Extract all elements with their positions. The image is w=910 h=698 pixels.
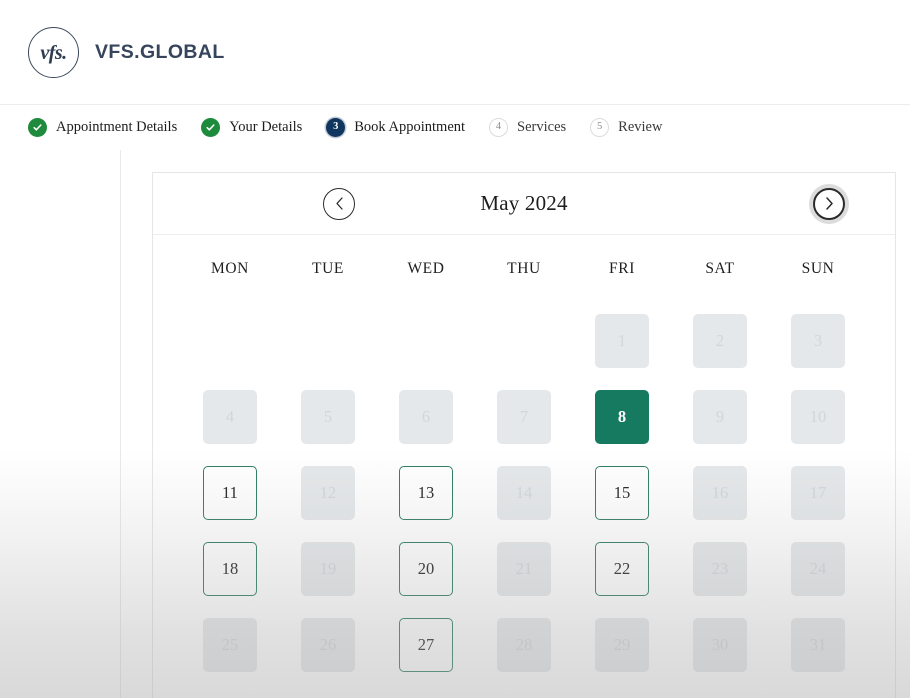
calendar-day-29: 29	[595, 618, 649, 672]
calendar-day-12: 12	[301, 466, 355, 520]
page-body: May 2024 MON TUE WED THU FRI SAT SUN 123456789…	[0, 150, 910, 698]
calendar-month-title: May 2024	[480, 191, 568, 215]
vfs-global-logo[interactable]: vfs. VFS.GLOBAL	[28, 26, 225, 78]
weekday-tue: TUE	[312, 260, 344, 277]
calendar-day-22[interactable]: 22	[595, 542, 649, 596]
calendar-day-26: 26	[301, 618, 355, 672]
step-label: Book Appointment	[354, 119, 466, 135]
weekday-wed: WED	[407, 260, 445, 277]
calendar-day-19: 19	[301, 542, 355, 596]
calendar-day-14: 14	[497, 466, 551, 520]
check-circle-icon	[201, 118, 221, 137]
calendar-day-7: 7	[497, 390, 551, 444]
calendar-day-31: 31	[791, 618, 845, 672]
calendar-day-empty	[301, 314, 355, 368]
chevron-right-icon	[825, 197, 834, 210]
calendar-day-3: 3	[791, 314, 845, 368]
step-review[interactable]: 5 Review	[590, 118, 662, 137]
calendar-day-11[interactable]: 11	[203, 466, 257, 520]
calendar-day-10: 10	[791, 390, 845, 444]
calendar-grid: MON TUE WED THU FRI SAT SUN 1 2 3 4 5 6 7 8 9 10 11 12 13 1…	[153, 235, 895, 693]
weekday-sun: SUN	[801, 260, 835, 277]
calendar-card: May 2024 MON TUE WED THU FRI SAT SUN 123456789…	[152, 172, 896, 698]
calendar-day-6: 6	[399, 390, 453, 444]
step-number-badge: 3	[326, 118, 346, 137]
step-label: Services	[517, 119, 567, 135]
calendar-day-23: 23	[693, 542, 747, 596]
calendar-day-28: 28	[497, 618, 551, 672]
step-appointment-details[interactable]: Appointment Details	[28, 118, 177, 137]
calendar-week-row: 18 19 20 21 22 23 24	[181, 531, 867, 607]
calendar-day-17: 17	[791, 466, 845, 520]
logo-monogram: vfs.	[40, 42, 67, 64]
calendar-header: May 2024	[153, 173, 895, 235]
page-root: vfs. VFS.GLOBAL Appointment Details Your …	[0, 0, 910, 698]
calendar-day-8[interactable]: 8	[595, 390, 649, 444]
step-number-badge: 4	[489, 118, 509, 137]
calendar-day-13[interactable]: 13	[399, 466, 453, 520]
weekday-mon: MON	[211, 260, 249, 277]
calendar-day-empty	[497, 314, 551, 368]
calendar-day-25: 25	[203, 618, 257, 672]
previous-month-button[interactable]	[323, 187, 355, 220]
weekday-sat: SAT	[705, 260, 735, 277]
weekday-header-row: MON TUE WED THU FRI SAT SUN	[181, 235, 867, 303]
progress-stepper: Appointment Details Your Details 3 Book App…	[0, 104, 910, 150]
calendar-week-row: 4 5 6 7 8 9 10	[181, 379, 867, 455]
calendar-day-empty	[203, 314, 257, 368]
calendar-day-27[interactable]: 27	[399, 618, 453, 672]
calendar-week-row: 25 26 27 28 29 30 31	[181, 607, 867, 683]
step-your-details[interactable]: Your Details	[201, 118, 302, 137]
calendar-day-9: 9	[693, 390, 747, 444]
calendar-week-row: 123	[181, 303, 867, 379]
step-label: Appointment Details	[56, 119, 178, 135]
step-services[interactable]: 4 Services	[489, 118, 566, 137]
calendar-day-4: 4	[203, 390, 257, 444]
weekday-fri: FRI	[609, 260, 635, 277]
weekday-thu: THU	[507, 260, 541, 277]
step-number-badge: 5	[590, 118, 610, 137]
calendar-day-2: 2	[693, 314, 747, 368]
site-header: vfs. VFS.GLOBAL	[0, 0, 910, 104]
logo-circle-icon: vfs.	[28, 26, 79, 78]
logo-wordmark: VFS.GLOBAL	[95, 40, 225, 63]
left-rail	[0, 150, 121, 698]
calendar-day-30: 30	[693, 618, 747, 672]
calendar-day-5: 5	[301, 390, 355, 444]
calendar-day-20[interactable]: 20	[399, 542, 453, 596]
check-circle-icon	[28, 118, 47, 137]
step-label: Review	[618, 119, 663, 135]
step-label: Your Details	[229, 119, 303, 135]
step-book-appointment[interactable]: 3 Book Appointment	[326, 118, 465, 137]
calendar-weeks: 1 2 3 4 5 6 7 8 9 10 11 12 13 14 15 16 17 18 19 20 21 22 23 24 2…	[181, 303, 867, 683]
calendar-week-row: 11 12 13 14 15 16 17	[181, 455, 867, 531]
calendar-day-24: 24	[791, 542, 845, 596]
calendar-day-15[interactable]: 15	[595, 466, 649, 520]
calendar-day-18[interactable]: 18	[203, 542, 257, 596]
calendar-day-empty	[399, 314, 453, 368]
next-month-button[interactable]	[813, 187, 845, 220]
chevron-left-icon	[335, 197, 344, 210]
calendar-day-21: 21	[497, 542, 551, 596]
calendar-day-16: 16	[693, 466, 747, 520]
calendar-day-1: 1	[595, 314, 649, 368]
